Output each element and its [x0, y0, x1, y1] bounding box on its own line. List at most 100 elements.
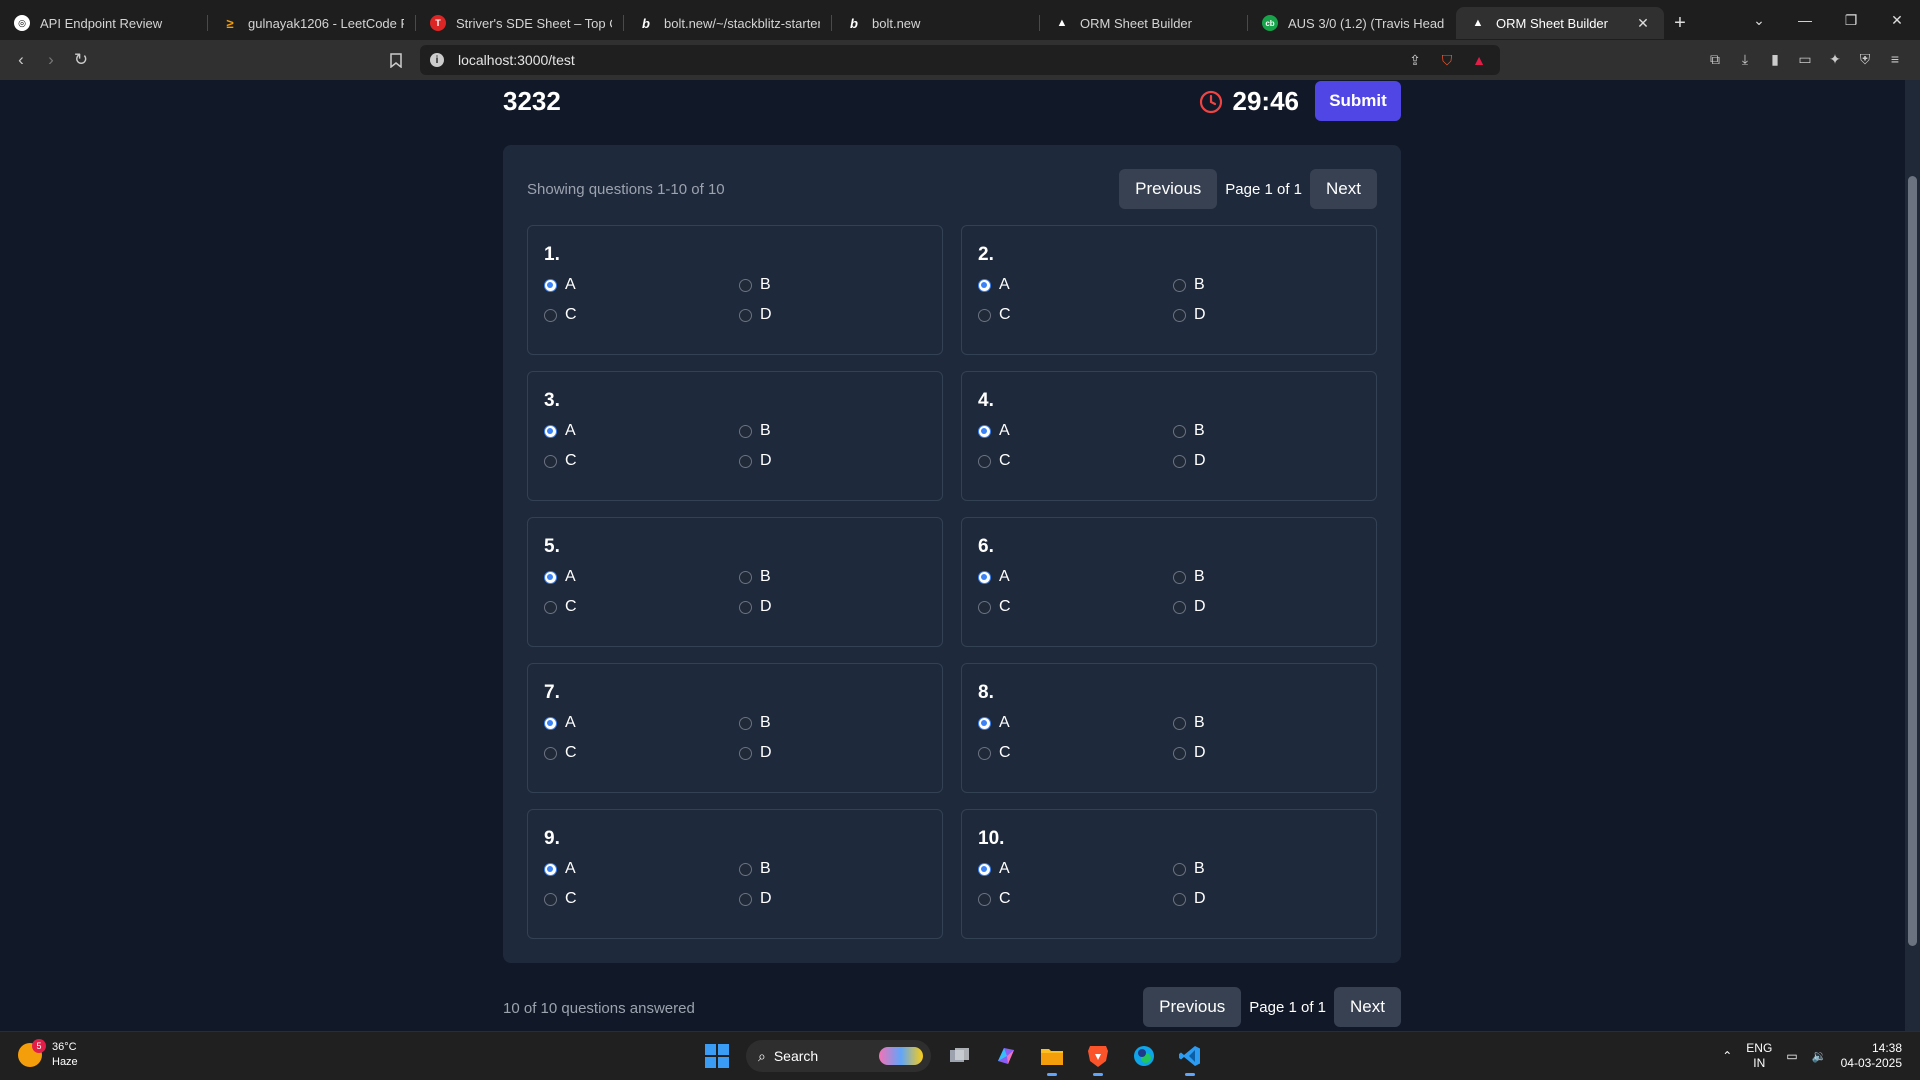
radio-button[interactable]	[978, 278, 991, 292]
forward-icon[interactable]: ›	[36, 45, 66, 75]
extensions-icon[interactable]: ⧉	[1706, 50, 1724, 68]
option-b[interactable]: B	[1173, 714, 1368, 732]
radio-button[interactable]	[1173, 716, 1186, 730]
radio-button[interactable]	[544, 454, 557, 468]
new-tab-button[interactable]: +	[1664, 7, 1696, 39]
url-field[interactable]: i localhost:3000/test ⇪ ⛉ ▲	[420, 45, 1500, 75]
wallet-icon[interactable]: ▭	[1796, 50, 1814, 68]
radio-button[interactable]	[1173, 746, 1186, 760]
radio-button[interactable]	[1173, 308, 1186, 322]
option-a[interactable]: A	[978, 422, 1173, 440]
scrollbar-thumb[interactable]	[1908, 176, 1917, 946]
radio-button[interactable]	[978, 716, 991, 730]
radio-button[interactable]	[739, 862, 752, 876]
start-icon[interactable]	[700, 1039, 734, 1073]
radio-button[interactable]	[544, 600, 557, 614]
option-b[interactable]: B	[739, 714, 934, 732]
option-d[interactable]: D	[739, 598, 934, 616]
option-b[interactable]: B	[739, 422, 934, 440]
option-c[interactable]: C	[544, 598, 739, 616]
task-view-icon[interactable]	[943, 1039, 977, 1073]
option-d[interactable]: D	[739, 306, 934, 324]
restore-icon[interactable]: ❐	[1828, 0, 1874, 40]
previous-button[interactable]: Previous	[1143, 987, 1242, 1027]
option-a[interactable]: A	[544, 568, 739, 586]
browser-tab[interactable]: ▲ ORM Sheet Builder	[1040, 7, 1248, 39]
option-b[interactable]: B	[739, 860, 934, 878]
edge-browser-icon[interactable]	[1127, 1039, 1161, 1073]
option-d[interactable]: D	[1173, 890, 1368, 908]
browser-tab-active[interactable]: ▲ ORM Sheet Builder ✕	[1456, 7, 1664, 39]
option-a[interactable]: A	[978, 860, 1173, 878]
radio-button[interactable]	[978, 308, 991, 322]
option-d[interactable]: D	[739, 890, 934, 908]
radio-button[interactable]	[1173, 454, 1186, 468]
clock[interactable]: 14:38 04-03-2025	[1841, 1041, 1902, 1071]
vscode-icon[interactable]	[1173, 1039, 1207, 1076]
radio-button[interactable]	[978, 570, 991, 584]
option-c[interactable]: C	[544, 890, 739, 908]
radio-button[interactable]	[1173, 862, 1186, 876]
option-a[interactable]: A	[978, 568, 1173, 586]
option-d[interactable]: D	[1173, 452, 1368, 470]
submit-button[interactable]: Submit	[1315, 81, 1401, 121]
radio-button[interactable]	[544, 570, 557, 584]
radio-button[interactable]	[544, 424, 557, 438]
sidebar-icon[interactable]: ▮	[1766, 50, 1784, 68]
vpn-icon[interactable]: ⛨	[1856, 50, 1874, 68]
radio-button[interactable]	[739, 600, 752, 614]
tab-search-icon[interactable]: ⌄	[1736, 0, 1782, 40]
network-icon[interactable]: ▭	[1786, 1049, 1797, 1063]
option-c[interactable]: C	[978, 598, 1173, 616]
radio-button[interactable]	[739, 278, 752, 292]
option-b[interactable]: B	[1173, 276, 1368, 294]
radio-button[interactable]	[978, 892, 991, 906]
radio-button[interactable]	[739, 570, 752, 584]
option-d[interactable]: D	[1173, 306, 1368, 324]
radio-button[interactable]	[544, 862, 557, 876]
radio-button[interactable]	[978, 424, 991, 438]
option-c[interactable]: C	[978, 452, 1173, 470]
option-d[interactable]: D	[1173, 598, 1368, 616]
radio-button[interactable]	[544, 716, 557, 730]
option-c[interactable]: C	[978, 890, 1173, 908]
option-c[interactable]: C	[978, 306, 1173, 324]
volume-icon[interactable]: 🔉	[1812, 1049, 1827, 1063]
radio-button[interactable]	[739, 716, 752, 730]
option-a[interactable]: A	[978, 276, 1173, 294]
option-d[interactable]: D	[1173, 744, 1368, 762]
radio-button[interactable]	[1173, 424, 1186, 438]
radio-button[interactable]	[544, 278, 557, 292]
radio-button[interactable]	[978, 454, 991, 468]
radio-button[interactable]	[1173, 278, 1186, 292]
option-c[interactable]: C	[544, 744, 739, 762]
radio-button[interactable]	[978, 600, 991, 614]
option-b[interactable]: B	[739, 276, 934, 294]
downloads-icon[interactable]: ⤓	[1736, 50, 1754, 68]
option-a[interactable]: A	[978, 714, 1173, 732]
radio-button[interactable]	[739, 308, 752, 322]
radio-button[interactable]	[1173, 600, 1186, 614]
option-c[interactable]: C	[544, 452, 739, 470]
option-c[interactable]: C	[544, 306, 739, 324]
browser-tab[interactable]: T Striver's SDE Sheet – Top Codi	[416, 7, 624, 39]
bookmark-icon[interactable]	[381, 45, 411, 75]
next-button[interactable]: Next	[1310, 169, 1377, 209]
file-explorer-icon[interactable]	[1035, 1039, 1069, 1076]
brave-rewards-icon[interactable]: ▲	[1470, 51, 1488, 69]
close-window-icon[interactable]: ✕	[1874, 0, 1920, 40]
browser-tab[interactable]: ≥ gulnayak1206 - LeetCode Profi	[208, 7, 416, 39]
option-a[interactable]: A	[544, 714, 739, 732]
radio-button[interactable]	[739, 892, 752, 906]
option-a[interactable]: A	[544, 276, 739, 294]
menu-icon[interactable]: ≡	[1886, 50, 1904, 68]
option-d[interactable]: D	[739, 744, 934, 762]
site-info-icon[interactable]: i	[430, 53, 444, 67]
back-icon[interactable]: ‹	[6, 45, 36, 75]
radio-button[interactable]	[739, 746, 752, 760]
radio-button[interactable]	[1173, 892, 1186, 906]
option-d[interactable]: D	[739, 452, 934, 470]
radio-button[interactable]	[544, 892, 557, 906]
reload-icon[interactable]: ↻	[66, 45, 96, 75]
option-a[interactable]: A	[544, 422, 739, 440]
